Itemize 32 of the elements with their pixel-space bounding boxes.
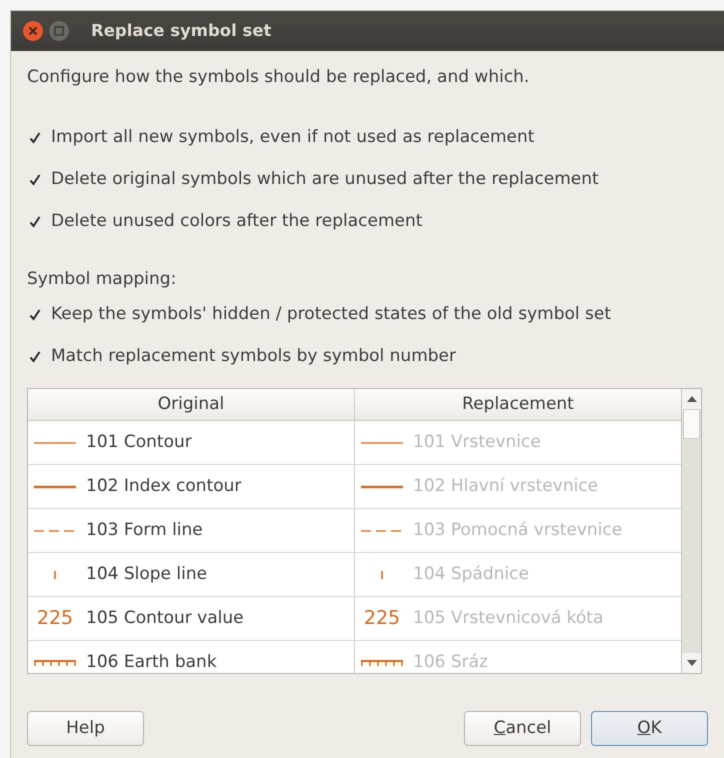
symbol-preview-text: 225 xyxy=(364,606,400,632)
symbol-name[interactable]: 105 Contour value xyxy=(86,606,244,632)
symbol-name[interactable]: 104 Slope line xyxy=(86,562,208,588)
symbol-preview xyxy=(34,658,76,668)
checkbox-label[interactable]: Delete unused colors after the replacement xyxy=(51,208,422,234)
checkbox[interactable] xyxy=(27,349,43,365)
checkbox[interactable] xyxy=(27,130,43,146)
scroll-up-icon[interactable] xyxy=(686,396,696,402)
ok-button[interactable]: OK xyxy=(591,710,708,746)
symbol-name[interactable]: 106 Earth bank xyxy=(86,650,217,673)
symbol-name[interactable]: 101 Contour xyxy=(86,430,192,456)
intro-text: Configure how the symbols should be replaced, and which. xyxy=(27,66,530,89)
window-title: Replace symbol set xyxy=(91,20,272,42)
scroll-down-icon[interactable] xyxy=(686,660,696,666)
symbol-name[interactable]: 102 Index contour xyxy=(86,474,242,500)
checkbox-label[interactable]: Match replacement symbols by symbol number xyxy=(51,344,456,370)
scroll-thumb[interactable] xyxy=(683,409,700,439)
symbol-preview xyxy=(361,658,403,668)
checkbox-label[interactable]: Import all new symbols, even if not used as replacement xyxy=(51,124,534,150)
symbol-name[interactable]: 103 Form line xyxy=(86,518,203,544)
checkbox[interactable] xyxy=(27,172,43,188)
cancel-button[interactable]: Cancel xyxy=(464,710,581,746)
checkbox-label[interactable]: Delete original symbols which are unused after the replacement xyxy=(51,166,599,192)
checkbox[interactable] xyxy=(27,214,43,230)
section-label: Symbol mapping: xyxy=(27,268,178,290)
scrollbar[interactable] xyxy=(681,389,701,673)
checkbox[interactable] xyxy=(27,307,43,323)
column-header[interactable]: Original xyxy=(28,389,354,420)
checkbox-label[interactable]: Keep the symbols' hidden / protected states of the old symbol set xyxy=(51,302,612,328)
close-icon[interactable] xyxy=(23,21,43,41)
symbol-preview-text: 225 xyxy=(36,606,74,632)
help-button[interactable]: Help xyxy=(27,710,144,746)
